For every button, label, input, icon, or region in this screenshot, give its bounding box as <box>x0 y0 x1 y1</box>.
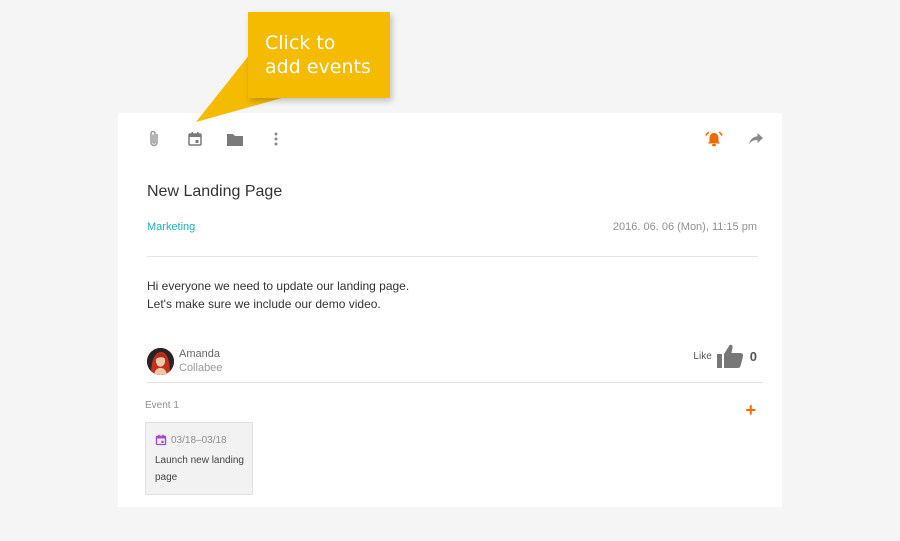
folder-button[interactable] <box>223 127 247 151</box>
add-event-plus-button[interactable]: + <box>745 401 756 419</box>
add-events-tooltip: Click to add events <box>248 12 390 98</box>
header-divider <box>147 256 758 257</box>
alarm-bell-icon <box>705 131 723 147</box>
post-title: New Landing Page <box>147 183 283 200</box>
more-options-button[interactable] <box>264 127 288 151</box>
author-divider <box>147 382 763 383</box>
more-vertical-icon <box>274 132 278 146</box>
like-count: 0 <box>749 348 757 364</box>
attach-button[interactable] <box>142 127 166 151</box>
calendar-icon <box>188 132 202 146</box>
author-info: Amanda Collabee <box>147 346 222 376</box>
post-body: Hi everyone we need to update our landin… <box>147 277 409 313</box>
body-line: Let's make sure we include our demo vide… <box>147 297 381 311</box>
category-tag[interactable]: Marketing <box>147 221 195 233</box>
like-button[interactable]: Like 0 <box>693 343 757 369</box>
folder-icon <box>227 133 243 146</box>
event-date: 03/18–03/18 <box>171 434 227 446</box>
thumbs-up-icon <box>716 344 743 368</box>
event-title: Launch new landing page <box>155 455 244 483</box>
event-section-label: Event 1 <box>145 400 179 411</box>
share-forward-icon <box>749 133 763 145</box>
tooltip-text: Click to add events <box>265 32 371 78</box>
share-button[interactable] <box>744 127 768 151</box>
alarm-button[interactable] <box>702 127 726 151</box>
post-card: New Landing Page Marketing 2016. 06. 06 … <box>118 113 782 507</box>
event-card[interactable]: 03/18–03/18 Launch new landing page <box>145 422 253 495</box>
event-date-row: 03/18–03/18 <box>155 434 252 446</box>
paperclip-icon <box>150 130 158 147</box>
like-label: Like <box>693 350 712 362</box>
author-organization: Collabee <box>179 362 223 374</box>
avatar-image <box>147 347 174 375</box>
calendar-icon <box>155 434 167 446</box>
body-line: Hi everyone we need to update our landin… <box>147 279 410 293</box>
post-timestamp: 2016. 06. 06 (Mon), 11:15 pm <box>612 221 757 233</box>
add-event-button[interactable] <box>183 127 207 151</box>
avatar[interactable] <box>147 347 174 375</box>
author-name: Amanda <box>179 348 220 360</box>
